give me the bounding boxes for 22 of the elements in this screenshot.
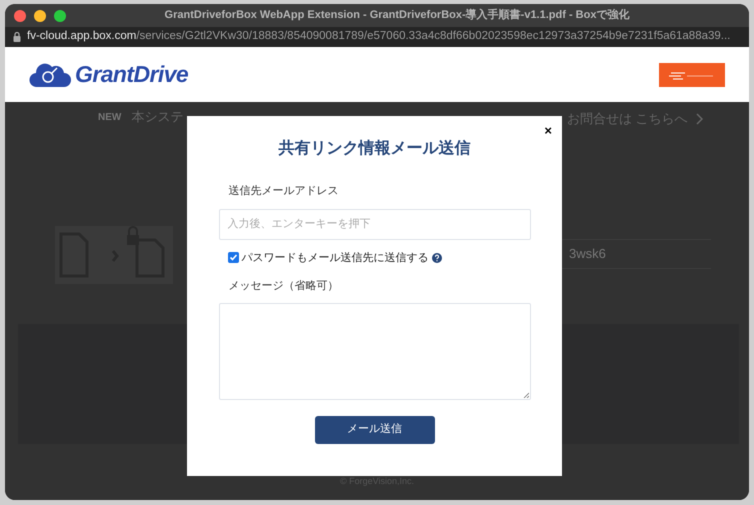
send-email-button[interactable]: メール送信	[314, 416, 434, 444]
window-title: GrantDriveforBox WebApp Extension - GrantDriveforBox-導入手順書-v1.1.pdf - Boxで強化	[164, 8, 630, 24]
close-window-button[interactable]	[14, 10, 26, 22]
dialog-title: 共有リンク情報メール送信	[278, 138, 470, 159]
checkbox-label: パスワードもメール送信先に送信する	[242, 250, 428, 266]
help-icon[interactable]	[432, 252, 442, 263]
logo-text: GrantDrive	[75, 60, 188, 90]
email-label: 送信先メールアドレス	[228, 184, 340, 199]
cloud-logo-icon	[29, 62, 71, 88]
zoom-window-button[interactable]	[54, 10, 66, 22]
resize-handle-icon[interactable]	[522, 392, 528, 398]
email-field[interactable]: 入力後、エンターキーを押下	[218, 208, 530, 240]
link-value-text: 3wsk6	[569, 245, 606, 264]
new-label: NEW	[98, 110, 122, 124]
close-button[interactable]: ×	[544, 124, 552, 137]
checkbox[interactable]	[228, 252, 238, 264]
lock-icon	[13, 32, 21, 42]
minimize-window-button[interactable]	[34, 10, 46, 22]
company-logo-icon	[659, 62, 725, 86]
message-field[interactable]	[218, 302, 530, 400]
chevron-right-icon	[696, 112, 703, 125]
message-label: メッセージ（省略可）	[228, 279, 340, 294]
